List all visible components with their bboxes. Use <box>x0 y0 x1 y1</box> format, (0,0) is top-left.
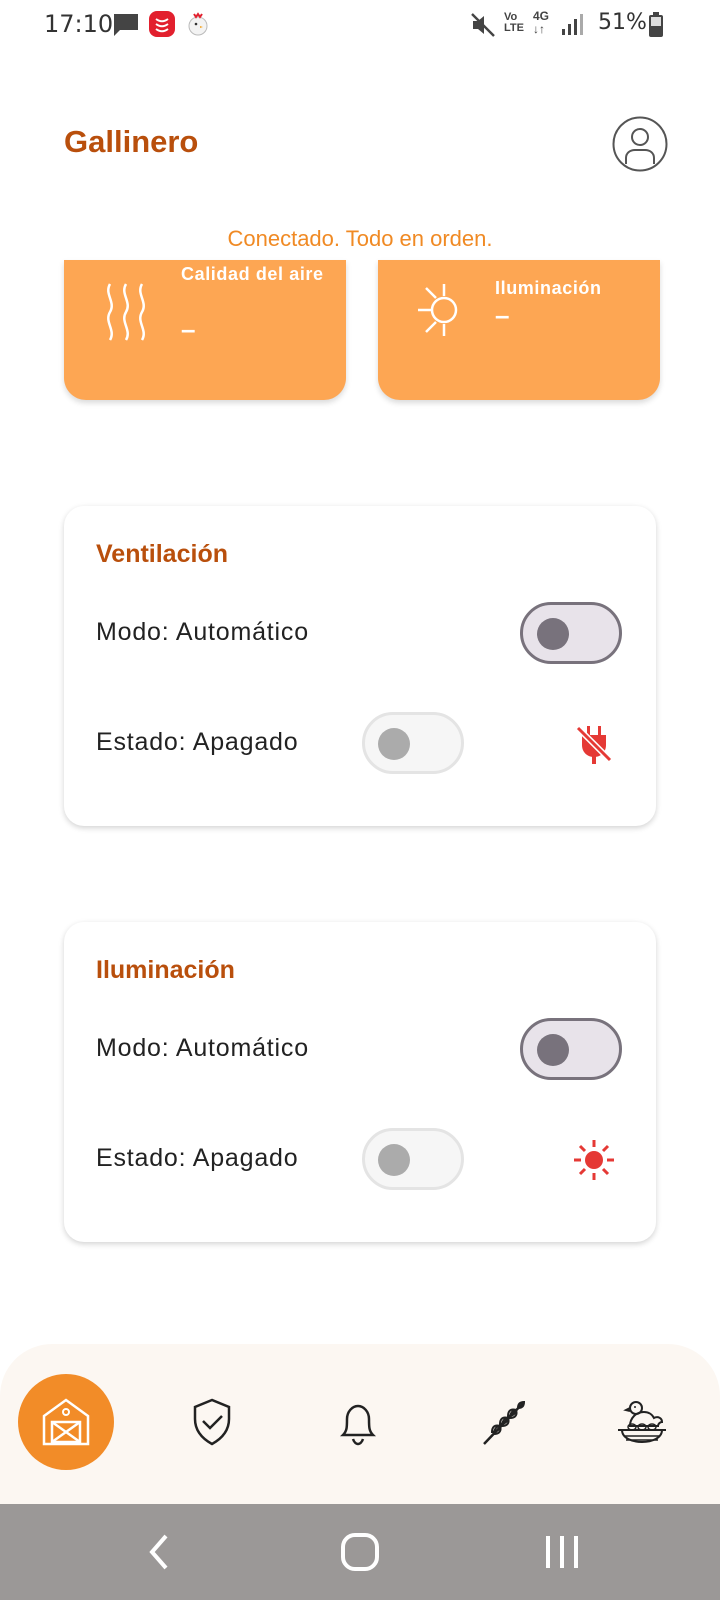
sensor-value: – <box>495 300 510 330</box>
nav-security[interactable] <box>164 1374 260 1470</box>
page-title: Gallinero <box>64 124 199 159</box>
toggle-knob <box>537 1034 569 1066</box>
recents-icon <box>546 1536 578 1568</box>
nav-home[interactable] <box>18 1374 114 1470</box>
message-icon <box>112 12 140 43</box>
mode-label: Modo: Automático <box>96 618 309 646</box>
home-button[interactable] <box>336 1528 384 1576</box>
lte-label: LTE <box>504 22 524 34</box>
bottom-navigation <box>0 1344 720 1504</box>
ventilation-card: Ventilación Modo: Automático Estado: Apa… <box>64 506 656 826</box>
lighting-card: Iluminación Modo: Automático Estado: Apa… <box>64 922 656 1242</box>
status-time: 17:10 <box>44 10 114 38</box>
barn-icon <box>42 1398 90 1446</box>
recents-button[interactable] <box>538 1528 586 1576</box>
hen-notification-icon <box>184 8 212 43</box>
card-title: Iluminación <box>96 956 235 984</box>
toggle-knob <box>378 728 410 760</box>
bell-icon <box>339 1404 377 1446</box>
sensor-card-air-quality[interactable]: Calidad del aire – <box>64 260 346 400</box>
volte-icon: Vo LTE <box>504 11 524 34</box>
hen-nest-icon <box>618 1401 666 1444</box>
nav-hens[interactable] <box>594 1374 690 1470</box>
network-type-icon: 4G ↓↑ <box>533 9 550 36</box>
status-bar: 17:10 Vo LTE 4G ↓↑ 51% <box>0 0 720 50</box>
back-chevron-icon <box>149 1534 168 1570</box>
wheat-icon <box>483 1400 526 1445</box>
signal-icon <box>560 12 584 41</box>
sensor-label: Iluminación <box>495 278 602 298</box>
account-circle-icon <box>612 116 668 172</box>
nav-feed[interactable] <box>456 1374 552 1470</box>
sensor-card-lighting[interactable]: Iluminación – <box>378 260 660 400</box>
ventilation-mode-toggle[interactable] <box>520 602 622 664</box>
home-square-icon <box>341 1533 379 1571</box>
app-notification-icon <box>148 10 176 43</box>
card-title: Ventilación <box>96 540 228 568</box>
ventilation-state-toggle[interactable] <box>362 712 464 774</box>
network-label: 4G <box>533 9 550 23</box>
state-label: Estado: Apagado <box>96 1144 299 1172</box>
toggle-knob <box>378 1144 410 1176</box>
air-waves-icon <box>107 283 145 341</box>
system-navigation-bar <box>0 1504 720 1600</box>
toggle-knob <box>537 618 569 650</box>
app-screen: 17:10 Vo LTE 4G ↓↑ 51% Gallinero Conecta… <box>0 0 720 1600</box>
battery-icon <box>648 12 664 43</box>
sun-icon <box>418 284 458 336</box>
state-label: Estado: Apagado <box>96 728 299 756</box>
lighting-mode-toggle[interactable] <box>520 1018 622 1080</box>
sensor-label: Calidad del aire <box>181 264 324 284</box>
connection-status: Conectado. Todo en orden. <box>227 226 493 251</box>
power-off-icon <box>575 725 613 764</box>
mute-icon <box>470 12 496 43</box>
sun-red-icon <box>574 1140 614 1180</box>
battery-percent: 51% <box>598 10 647 35</box>
nav-alerts[interactable] <box>310 1374 406 1470</box>
shield-check-icon <box>193 1398 231 1446</box>
mode-label: Modo: Automático <box>96 1034 309 1062</box>
lighting-state-toggle[interactable] <box>362 1128 464 1190</box>
profile-button[interactable] <box>612 116 668 172</box>
back-button[interactable] <box>136 1528 184 1576</box>
sensor-value: – <box>181 314 196 344</box>
